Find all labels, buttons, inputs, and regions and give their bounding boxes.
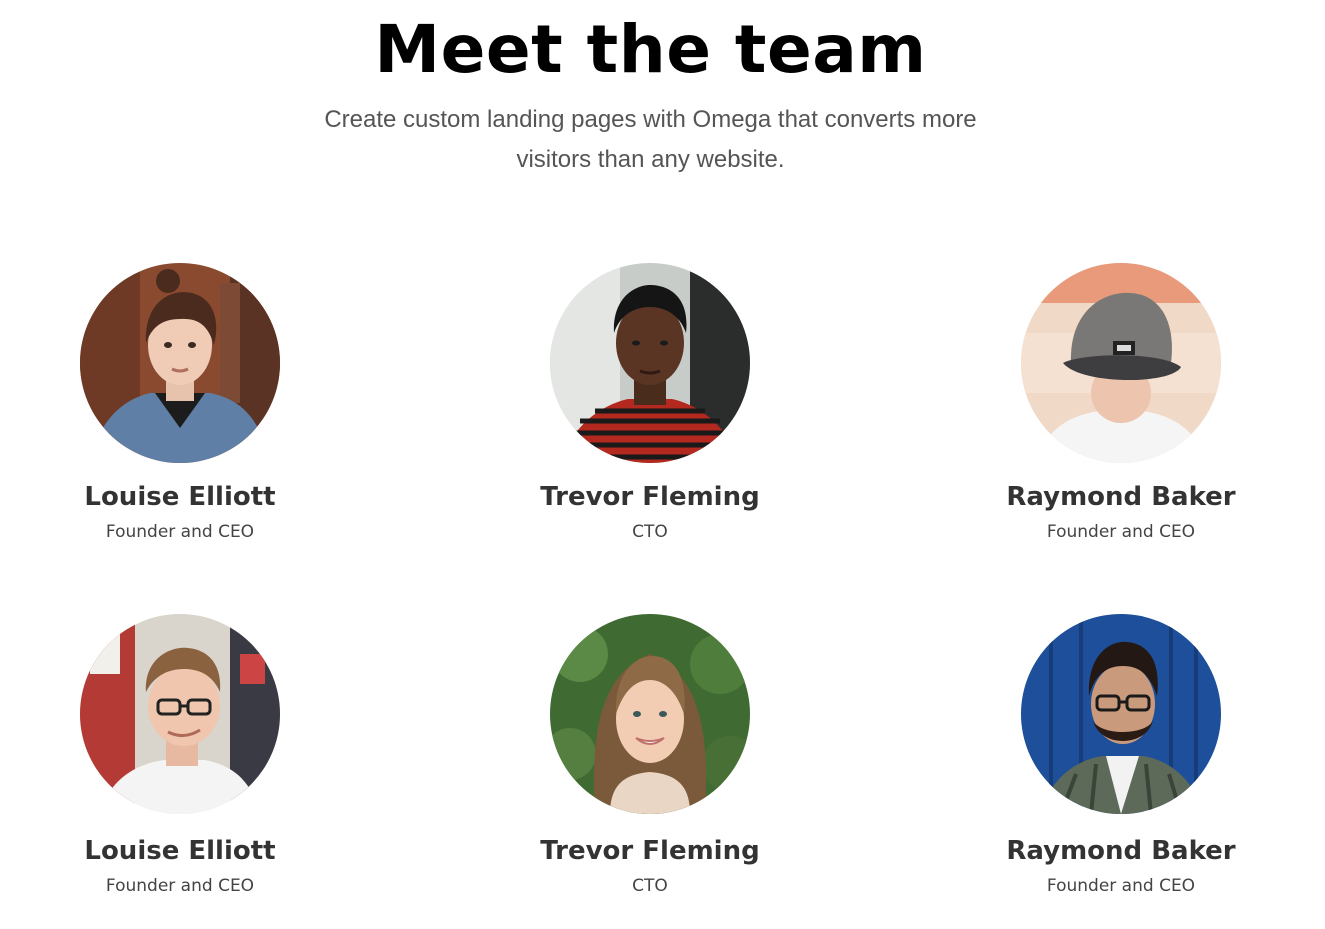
portrait-woman-smiling-greenery-icon <box>550 614 750 814</box>
portrait-woman-denim-jacket-icon <box>80 263 280 463</box>
team-member-card: Trevor Fleming CTO <box>500 263 800 544</box>
portrait-man-gray-cap-icon <box>1021 263 1221 463</box>
team-member-card: Louise Elliott Founder and CEO <box>30 263 330 544</box>
team-member-card: Trevor Fleming CTO <box>500 614 800 898</box>
team-member-card: Raymond Baker Founder and CEO <box>971 614 1271 898</box>
member-name: Trevor Fleming <box>540 836 760 866</box>
member-name: Raymond Baker <box>1006 836 1236 866</box>
section-subtitle: Create custom landing pages with Omega t… <box>324 106 977 173</box>
member-role: Founder and CEO <box>105 522 255 542</box>
team-member-card: Louise Elliott Founder and CEO <box>30 614 330 898</box>
portrait-man-beard-blue-wall-icon <box>1021 614 1221 814</box>
member-name: Raymond Baker <box>1006 482 1236 512</box>
member-role: Founder and CEO <box>105 876 255 896</box>
member-role: Founder and CEO <box>1046 876 1196 896</box>
portrait-man-glasses-white-shirt-icon <box>80 614 280 814</box>
member-photo <box>550 614 750 814</box>
portrait-man-striped-shirt-icon <box>550 263 750 463</box>
member-name: Trevor Fleming <box>540 482 760 512</box>
member-name: Louise Elliott <box>84 836 276 866</box>
member-role: Founder and CEO <box>1046 522 1196 542</box>
member-role: CTO <box>632 876 668 896</box>
member-photo <box>550 263 750 463</box>
member-name: Louise Elliott <box>84 482 276 512</box>
member-role: CTO <box>632 522 668 542</box>
member-photo <box>80 263 280 463</box>
team-member-card: Raymond Baker Founder and CEO <box>971 263 1271 544</box>
member-photo <box>80 614 280 814</box>
member-photo <box>1021 263 1221 463</box>
section-title: Meet the team <box>374 11 927 88</box>
member-photo <box>1021 614 1221 814</box>
